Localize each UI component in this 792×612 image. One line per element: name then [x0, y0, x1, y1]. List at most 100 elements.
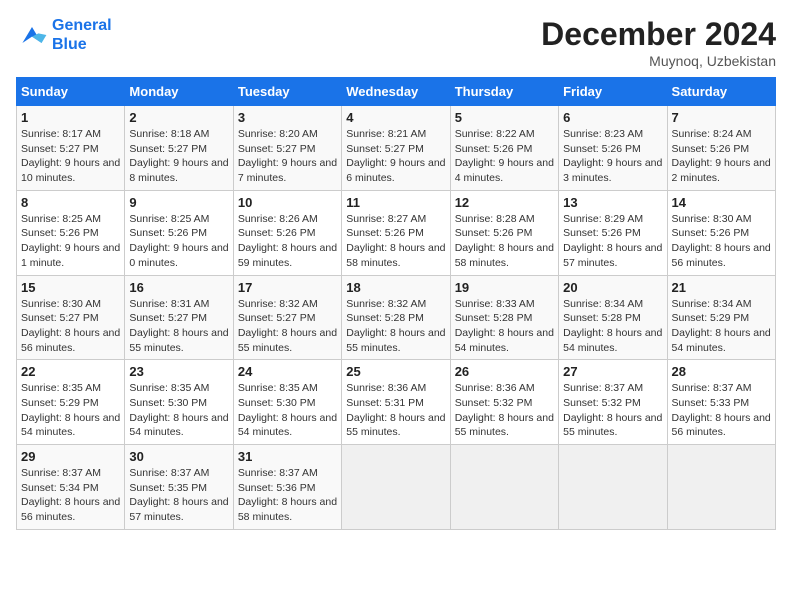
day-number: 4	[346, 110, 445, 125]
day-info: Sunrise: 8:36 AM Sunset: 5:32 PM Dayligh…	[455, 381, 554, 440]
day-info: Sunrise: 8:37 AM Sunset: 5:36 PM Dayligh…	[238, 466, 337, 525]
calendar-cell: 21 Sunrise: 8:34 AM Sunset: 5:29 PM Dayli…	[667, 275, 775, 360]
calendar-table: SundayMondayTuesdayWednesdayThursdayFrid…	[16, 77, 776, 530]
day-number: 28	[672, 364, 771, 379]
calendar-cell: 6 Sunrise: 8:23 AM Sunset: 5:26 PM Daylig…	[559, 106, 667, 191]
calendar-cell: 25 Sunrise: 8:36 AM Sunset: 5:31 PM Dayli…	[342, 360, 450, 445]
calendar-header-row: SundayMondayTuesdayWednesdayThursdayFrid…	[17, 78, 776, 106]
col-header-sunday: Sunday	[17, 78, 125, 106]
day-number: 9	[129, 195, 228, 210]
day-number: 8	[21, 195, 120, 210]
logo: General Blue	[16, 16, 112, 54]
calendar-cell: 19 Sunrise: 8:33 AM Sunset: 5:28 PM Dayli…	[450, 275, 558, 360]
day-info: Sunrise: 8:37 AM Sunset: 5:35 PM Dayligh…	[129, 466, 228, 525]
day-info: Sunrise: 8:25 AM Sunset: 5:26 PM Dayligh…	[21, 212, 120, 271]
day-info: Sunrise: 8:26 AM Sunset: 5:26 PM Dayligh…	[238, 212, 337, 271]
day-info: Sunrise: 8:20 AM Sunset: 5:27 PM Dayligh…	[238, 127, 337, 186]
calendar-cell: 8 Sunrise: 8:25 AM Sunset: 5:26 PM Daylig…	[17, 190, 125, 275]
day-info: Sunrise: 8:37 AM Sunset: 5:34 PM Dayligh…	[21, 466, 120, 525]
calendar-cell: 28 Sunrise: 8:37 AM Sunset: 5:33 PM Dayli…	[667, 360, 775, 445]
day-info: Sunrise: 8:30 AM Sunset: 5:26 PM Dayligh…	[672, 212, 771, 271]
title-block: December 2024 Muynoq, Uzbekistan	[541, 16, 776, 69]
calendar-week-row: 8 Sunrise: 8:25 AM Sunset: 5:26 PM Daylig…	[17, 190, 776, 275]
calendar-cell: 30 Sunrise: 8:37 AM Sunset: 5:35 PM Dayli…	[125, 445, 233, 530]
day-number: 17	[238, 280, 337, 295]
day-number: 15	[21, 280, 120, 295]
location-subtitle: Muynoq, Uzbekistan	[541, 53, 776, 69]
day-info: Sunrise: 8:35 AM Sunset: 5:30 PM Dayligh…	[238, 381, 337, 440]
calendar-cell: 5 Sunrise: 8:22 AM Sunset: 5:26 PM Daylig…	[450, 106, 558, 191]
month-title: December 2024	[541, 16, 776, 53]
calendar-cell	[450, 445, 558, 530]
calendar-cell: 13Sunrise: 8:29 AM Sunset: 5:26 PM Dayli…	[559, 190, 667, 275]
day-info: Sunrise: 8:18 AM Sunset: 5:27 PM Dayligh…	[129, 127, 228, 186]
day-number: 1	[21, 110, 120, 125]
logo-text: General Blue	[52, 16, 112, 54]
calendar-week-row: 22 Sunrise: 8:35 AM Sunset: 5:29 PM Dayli…	[17, 360, 776, 445]
day-info: Sunrise: 8:28 AM Sunset: 5:26 PM Dayligh…	[455, 212, 554, 271]
col-header-thursday: Thursday	[450, 78, 558, 106]
day-info: Sunrise: 8:34 AM Sunset: 5:28 PM Dayligh…	[563, 297, 662, 356]
day-number: 12	[455, 195, 554, 210]
calendar-cell: 27Sunrise: 8:37 AM Sunset: 5:32 PM Dayli…	[559, 360, 667, 445]
day-info: Sunrise: 8:24 AM Sunset: 5:26 PM Dayligh…	[672, 127, 771, 186]
day-info: Sunrise: 8:37 AM Sunset: 5:33 PM Dayligh…	[672, 381, 771, 440]
day-number: 10	[238, 195, 337, 210]
day-number: 13	[563, 195, 662, 210]
day-number: 19	[455, 280, 554, 295]
day-number: 30	[129, 449, 228, 464]
calendar-cell: 2 Sunrise: 8:18 AM Sunset: 5:27 PM Daylig…	[125, 106, 233, 191]
col-header-tuesday: Tuesday	[233, 78, 341, 106]
day-info: Sunrise: 8:33 AM Sunset: 5:28 PM Dayligh…	[455, 297, 554, 356]
calendar-cell: 20Sunrise: 8:34 AM Sunset: 5:28 PM Dayli…	[559, 275, 667, 360]
day-number: 22	[21, 364, 120, 379]
calendar-cell: 22 Sunrise: 8:35 AM Sunset: 5:29 PM Dayli…	[17, 360, 125, 445]
day-info: Sunrise: 8:27 AM Sunset: 5:26 PM Dayligh…	[346, 212, 445, 271]
calendar-cell: 10 Sunrise: 8:26 AM Sunset: 5:26 PM Dayli…	[233, 190, 341, 275]
day-number: 23	[129, 364, 228, 379]
calendar-cell: 26 Sunrise: 8:36 AM Sunset: 5:32 PM Dayli…	[450, 360, 558, 445]
day-number: 24	[238, 364, 337, 379]
day-info: Sunrise: 8:32 AM Sunset: 5:27 PM Dayligh…	[238, 297, 337, 356]
day-info: Sunrise: 8:17 AM Sunset: 5:27 PM Dayligh…	[21, 127, 120, 186]
day-number: 29	[21, 449, 120, 464]
calendar-cell	[667, 445, 775, 530]
page-header: General Blue December 2024 Muynoq, Uzbek…	[16, 16, 776, 69]
day-number: 21	[672, 280, 771, 295]
day-info: Sunrise: 8:22 AM Sunset: 5:26 PM Dayligh…	[455, 127, 554, 186]
col-header-saturday: Saturday	[667, 78, 775, 106]
day-number: 25	[346, 364, 445, 379]
col-header-monday: Monday	[125, 78, 233, 106]
day-info: Sunrise: 8:23 AM Sunset: 5:26 PM Dayligh…	[563, 127, 662, 186]
day-info: Sunrise: 8:21 AM Sunset: 5:27 PM Dayligh…	[346, 127, 445, 186]
day-number: 6	[563, 110, 662, 125]
day-info: Sunrise: 8:36 AM Sunset: 5:31 PM Dayligh…	[346, 381, 445, 440]
day-info: Sunrise: 8:35 AM Sunset: 5:29 PM Dayligh…	[21, 381, 120, 440]
day-number: 27	[563, 364, 662, 379]
calendar-cell: 31Sunrise: 8:37 AM Sunset: 5:36 PM Dayli…	[233, 445, 341, 530]
calendar-cell: 23 Sunrise: 8:35 AM Sunset: 5:30 PM Dayli…	[125, 360, 233, 445]
calendar-week-row: 1 Sunrise: 8:17 AM Sunset: 5:27 PM Daylig…	[17, 106, 776, 191]
calendar-cell: 9Sunrise: 8:25 AM Sunset: 5:26 PM Daylig…	[125, 190, 233, 275]
day-number: 18	[346, 280, 445, 295]
day-info: Sunrise: 8:34 AM Sunset: 5:29 PM Dayligh…	[672, 297, 771, 356]
day-info: Sunrise: 8:30 AM Sunset: 5:27 PM Dayligh…	[21, 297, 120, 356]
calendar-cell: 29 Sunrise: 8:37 AM Sunset: 5:34 PM Dayli…	[17, 445, 125, 530]
calendar-cell: 17 Sunrise: 8:32 AM Sunset: 5:27 PM Dayli…	[233, 275, 341, 360]
day-info: Sunrise: 8:31 AM Sunset: 5:27 PM Dayligh…	[129, 297, 228, 356]
day-number: 16	[129, 280, 228, 295]
calendar-cell: 15 Sunrise: 8:30 AM Sunset: 5:27 PM Dayli…	[17, 275, 125, 360]
calendar-cell: 7 Sunrise: 8:24 AM Sunset: 5:26 PM Daylig…	[667, 106, 775, 191]
calendar-cell: 18 Sunrise: 8:32 AM Sunset: 5:28 PM Dayli…	[342, 275, 450, 360]
calendar-cell: 24 Sunrise: 8:35 AM Sunset: 5:30 PM Dayli…	[233, 360, 341, 445]
day-number: 2	[129, 110, 228, 125]
col-header-wednesday: Wednesday	[342, 78, 450, 106]
day-number: 14	[672, 195, 771, 210]
day-number: 7	[672, 110, 771, 125]
day-info: Sunrise: 8:32 AM Sunset: 5:28 PM Dayligh…	[346, 297, 445, 356]
col-header-friday: Friday	[559, 78, 667, 106]
day-number: 5	[455, 110, 554, 125]
day-number: 26	[455, 364, 554, 379]
calendar-cell: 11Sunrise: 8:27 AM Sunset: 5:26 PM Dayli…	[342, 190, 450, 275]
day-info: Sunrise: 8:35 AM Sunset: 5:30 PM Dayligh…	[129, 381, 228, 440]
